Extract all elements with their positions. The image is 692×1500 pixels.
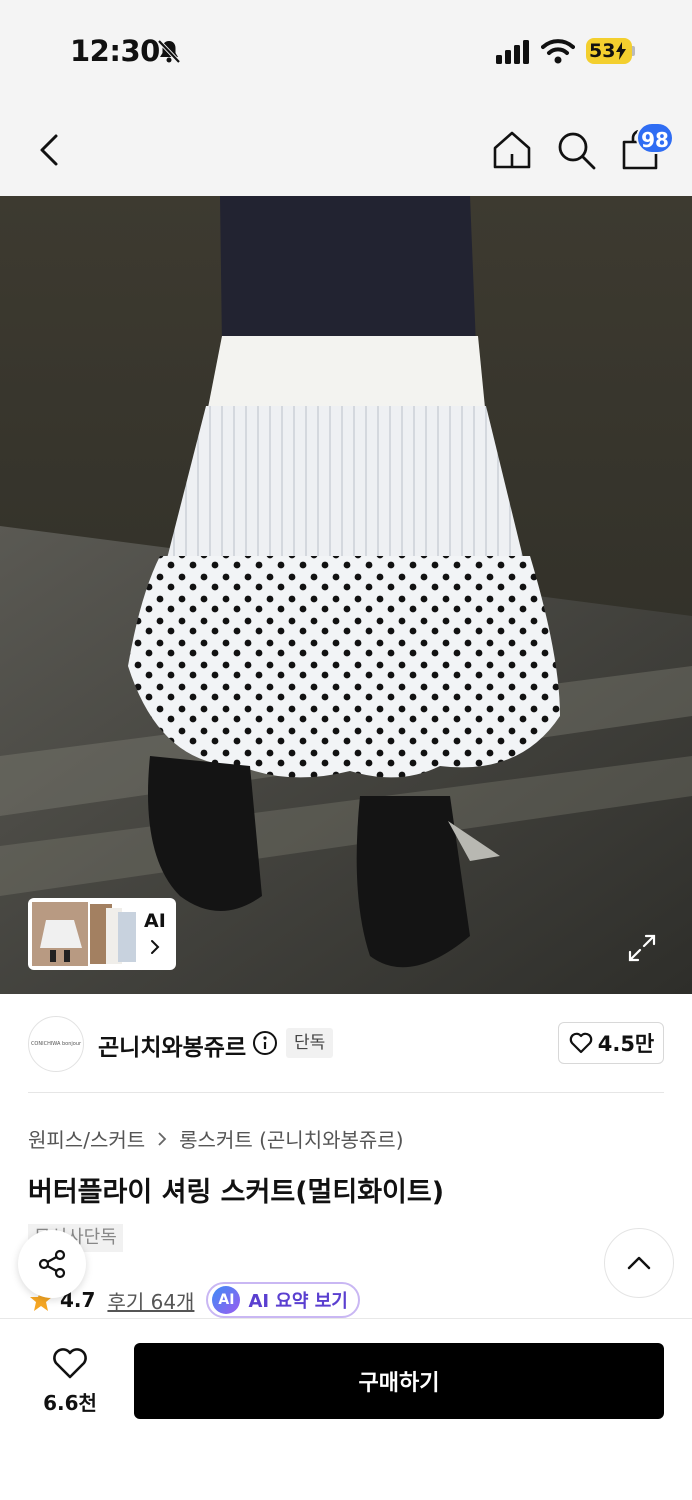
ai-badge-icon: AI: [212, 1286, 241, 1314]
battery-level: 53: [589, 40, 616, 62]
wifi-icon: [541, 39, 575, 64]
divider: [28, 1092, 664, 1093]
rating-row: 4.7 후기 64개 AI AI 요약 보기: [28, 1282, 360, 1318]
exclusive-chip: 단독: [286, 1028, 334, 1058]
search-icon[interactable]: [554, 128, 598, 172]
heart-icon: [569, 1032, 593, 1054]
thumbnail-image: [32, 902, 88, 966]
battery-tip: [632, 46, 635, 56]
thumbnail-image: [90, 904, 136, 964]
brand-logo-text: CONICHIWA bonjour: [30, 1041, 82, 1047]
charging-bolt-icon: [616, 42, 627, 60]
status-bar: 12:30 53: [0, 0, 692, 100]
bell-off-icon: [157, 39, 181, 64]
buy-button[interactable]: 구매하기: [134, 1343, 664, 1419]
heart-icon: [53, 1348, 87, 1379]
bottom-purchase-bar: 6.6천 구매하기: [0, 1318, 692, 1500]
wishlist-button[interactable]: 6.6천: [30, 1345, 110, 1421]
product-photo: [0, 196, 692, 994]
wishlist-count: 6.6천: [43, 1391, 97, 1415]
brand-row: CONICHIWA bonjour 곤니치와봉쥬르 단독 4.5만: [28, 1014, 664, 1074]
expand-icon[interactable]: [626, 932, 658, 964]
product-image[interactable]: [0, 196, 692, 994]
review-count-link[interactable]: 후기 64개: [107, 1286, 194, 1315]
back-arrow-icon[interactable]: [30, 130, 70, 170]
share-icon: [38, 1249, 66, 1279]
chevron-up-icon: [627, 1256, 651, 1270]
brand-like-count: 4.5만: [597, 1032, 655, 1056]
share-button[interactable]: [18, 1230, 86, 1298]
home-icon[interactable]: [490, 128, 534, 172]
ai-label: AI: [144, 910, 166, 932]
signal-icon: [496, 40, 529, 64]
ai-gallery-thumbnail[interactable]: AI: [28, 898, 176, 970]
breadcrumb-category[interactable]: 원피스/스커트: [28, 1124, 145, 1153]
cart-count-badge: 98: [636, 122, 674, 154]
battery-indicator: 53: [586, 38, 632, 64]
ai-summary-label: AI 요약 보기: [248, 1291, 348, 1312]
status-time: 12:30: [70, 34, 160, 68]
brand-logo[interactable]: CONICHIWA bonjour: [28, 1016, 84, 1072]
brand-like-button[interactable]: 4.5만: [558, 1022, 664, 1064]
chevron-right-icon: [151, 940, 160, 954]
ai-summary-button[interactable]: AI AI 요약 보기: [206, 1282, 360, 1318]
breadcrumb-subcategory[interactable]: 롱스커트 (곤니치와봉쥬르): [179, 1124, 403, 1153]
info-icon[interactable]: [252, 1030, 278, 1056]
breadcrumb: 원피스/스커트 롱스커트 (곤니치와봉쥬르): [28, 1124, 404, 1153]
brand-name[interactable]: 곤니치와봉쥬르: [98, 1028, 246, 1062]
scroll-top-button[interactable]: [604, 1228, 674, 1298]
top-nav-bar: 98: [0, 100, 692, 196]
product-title: 버터플라이 셔링 스커트(멀티화이트): [28, 1177, 445, 1208]
chevron-right-icon: [158, 1131, 167, 1146]
